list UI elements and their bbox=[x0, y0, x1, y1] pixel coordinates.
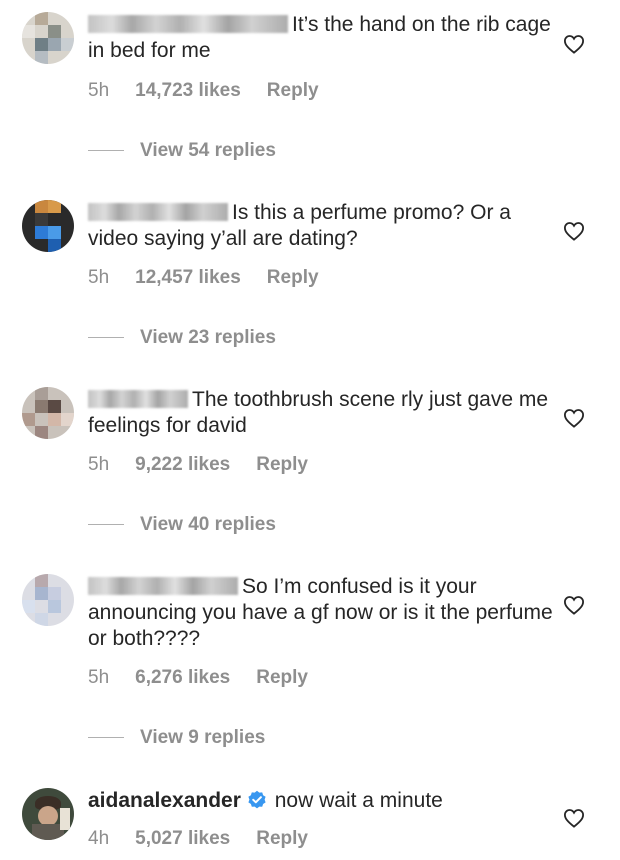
heart-outline-icon[interactable] bbox=[563, 595, 585, 615]
view-replies-label[interactable]: View 9 replies bbox=[140, 727, 265, 748]
timestamp: 5h bbox=[88, 667, 110, 688]
view-replies-label[interactable]: View 54 replies bbox=[140, 140, 276, 161]
timestamp: 5h bbox=[88, 267, 110, 288]
heart-outline-icon[interactable] bbox=[563, 34, 585, 54]
replies-divider bbox=[88, 337, 124, 339]
comment-body: now wait a minute bbox=[274, 789, 443, 812]
view-replies-button[interactable]: View 40 replies bbox=[88, 514, 276, 536]
timestamp: 5h bbox=[88, 80, 110, 101]
reply-button[interactable]: Reply bbox=[256, 828, 308, 849]
heart-outline-icon[interactable] bbox=[563, 808, 585, 828]
view-replies-button[interactable]: View 23 replies bbox=[88, 327, 276, 349]
likes-count[interactable]: 6,276 likes bbox=[135, 667, 230, 688]
reply-button[interactable]: Reply bbox=[256, 454, 308, 475]
comment-text: aidanalexander now wait a minute bbox=[88, 788, 558, 814]
likes-count[interactable]: 12,457 likes bbox=[135, 267, 241, 288]
view-replies-label[interactable]: View 23 replies bbox=[140, 327, 276, 348]
replies-divider bbox=[88, 524, 124, 526]
comment-text: The toothbrush scene rly just gave me fe… bbox=[88, 387, 558, 439]
comment-text: So I’m confused is it your announcing yo… bbox=[88, 574, 558, 652]
likes-count[interactable]: 9,222 likes bbox=[135, 454, 230, 475]
view-replies-button[interactable]: View 9 replies bbox=[88, 727, 265, 749]
blurred-username[interactable] bbox=[88, 577, 238, 595]
likes-count[interactable]: 14,723 likes bbox=[135, 80, 241, 101]
comment-meta: 4h 5,027 likes Reply bbox=[88, 828, 334, 850]
timestamp: 5h bbox=[88, 454, 110, 475]
comment-meta: 5h 12,457 likes Reply bbox=[88, 267, 345, 289]
avatar[interactable] bbox=[22, 12, 74, 64]
avatar[interactable] bbox=[22, 200, 74, 252]
timestamp: 4h bbox=[88, 828, 110, 849]
blurred-username[interactable] bbox=[88, 15, 288, 33]
comment-meta: 5h 6,276 likes Reply bbox=[88, 667, 334, 689]
avatar[interactable] bbox=[22, 574, 74, 626]
likes-count[interactable]: 5,027 likes bbox=[135, 828, 230, 849]
replies-divider bbox=[88, 150, 124, 152]
comment-text: Is this a perfume promo? Or a video sayi… bbox=[88, 200, 558, 252]
reply-button[interactable]: Reply bbox=[267, 80, 319, 101]
blurred-username[interactable] bbox=[88, 203, 228, 221]
comment-text: It’s the hand on the rib cage in bed for… bbox=[88, 12, 558, 64]
view-replies-button[interactable]: View 54 replies bbox=[88, 140, 276, 162]
avatar[interactable] bbox=[22, 788, 74, 840]
verified-badge-icon bbox=[248, 790, 266, 809]
username[interactable]: aidanalexander bbox=[88, 789, 241, 812]
blurred-username[interactable] bbox=[88, 390, 188, 408]
heart-outline-icon[interactable] bbox=[563, 408, 585, 428]
comment-meta: 5h 14,723 likes Reply bbox=[88, 80, 345, 102]
heart-outline-icon[interactable] bbox=[563, 221, 585, 241]
comment-meta: 5h 9,222 likes Reply bbox=[88, 454, 334, 476]
replies-divider bbox=[88, 737, 124, 739]
reply-button[interactable]: Reply bbox=[267, 267, 319, 288]
avatar[interactable] bbox=[22, 387, 74, 439]
reply-button[interactable]: Reply bbox=[256, 667, 308, 688]
view-replies-label[interactable]: View 40 replies bbox=[140, 514, 276, 535]
